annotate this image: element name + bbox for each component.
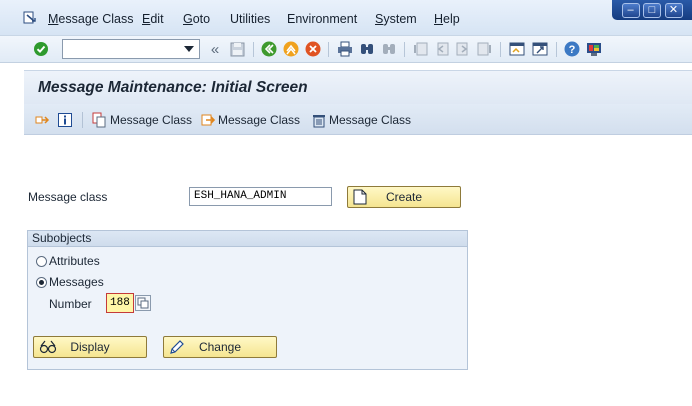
menu-environment[interactable]: Environment — [287, 12, 357, 26]
info-icon[interactable] — [57, 111, 75, 129]
display-glasses-icon — [39, 340, 57, 354]
shortcut-icon[interactable] — [531, 40, 549, 58]
copy-message-class-label: Message Class — [110, 113, 193, 127]
command-field[interactable] — [62, 39, 200, 59]
copy-icon — [92, 112, 106, 128]
help-icon[interactable]: ? — [563, 40, 581, 58]
close-window-button[interactable]: ✕ — [664, 2, 683, 18]
find-next-icon[interactable] — [380, 40, 398, 58]
next-page-icon[interactable] — [454, 40, 472, 58]
menu-icon[interactable] — [22, 10, 38, 26]
window-controls: – □ ✕ — [612, 0, 692, 20]
chevron-down-icon[interactable] — [181, 40, 197, 58]
number-label: Number — [49, 297, 92, 311]
subobjects-title: Subobjects — [28, 231, 467, 247]
create-session-icon[interactable] — [508, 40, 526, 58]
delete-message-class-button[interactable]: Message Class — [311, 111, 411, 129]
change-label: Change — [198, 340, 242, 354]
menu-goto[interactable]: Goto — [183, 12, 210, 26]
page-title: Message Maintenance: Initial Screen — [38, 79, 308, 96]
application-toolbar: Message Class Message Class Message Clas… — [24, 104, 692, 135]
menu-system[interactable]: System — [375, 12, 417, 26]
enter-icon[interactable] — [32, 40, 50, 58]
cancel-icon[interactable] — [304, 40, 322, 58]
menu-message-class[interactable]: Message Class — [48, 12, 133, 26]
rename-message-class-label: Message Class — [218, 113, 301, 127]
find-icon[interactable] — [358, 40, 376, 58]
save-icon[interactable] — [228, 40, 246, 58]
attributes-label: Attributes — [49, 254, 100, 268]
rename-message-class-button[interactable]: Message Class — [200, 111, 300, 129]
first-page-icon[interactable] — [412, 40, 430, 58]
menu-help[interactable]: Help — [434, 12, 460, 26]
create-icon — [353, 189, 367, 205]
svg-text:?: ? — [569, 44, 576, 56]
print-icon[interactable] — [336, 40, 354, 58]
collapse-icon[interactable]: « — [206, 40, 224, 58]
number-field[interactable]: 188 — [106, 293, 134, 313]
menu-utilities[interactable]: Utilities — [230, 12, 270, 26]
back-icon[interactable] — [260, 40, 278, 58]
minimize-button[interactable]: – — [621, 2, 640, 18]
create-label: Create — [385, 190, 423, 204]
display-label: Display — [70, 340, 110, 354]
exit-icon[interactable] — [282, 40, 300, 58]
message-class-label: Message class — [28, 190, 108, 204]
maximize-button[interactable]: □ — [643, 2, 661, 18]
message-class-field[interactable]: ESH_HANA_ADMIN — [189, 187, 332, 206]
value-help-icon[interactable] — [135, 295, 151, 311]
pencil-icon — [170, 340, 184, 354]
messages-label: Messages — [49, 275, 104, 289]
menu-edit[interactable]: Edit — [142, 12, 164, 26]
command-input[interactable] — [63, 40, 181, 58]
display-button[interactable]: Display — [33, 336, 147, 358]
other-object-icon[interactable] — [34, 111, 52, 129]
menu-bar: Message Class Edit Goto Utilities Enviro… — [0, 0, 692, 36]
change-button[interactable]: Change — [163, 336, 277, 358]
attributes-radio[interactable] — [36, 256, 47, 267]
rename-icon — [201, 114, 216, 126]
trash-icon — [313, 115, 325, 128]
title-bar: Message Maintenance: Initial Screen — [24, 70, 692, 104]
messages-radio[interactable] — [36, 277, 47, 288]
layout-menu-icon[interactable] — [585, 40, 603, 58]
last-page-icon[interactable] — [475, 40, 493, 58]
standard-toolbar: « ? — [0, 36, 692, 63]
create-button[interactable]: Create — [347, 186, 461, 208]
delete-message-class-label: Message Class — [329, 113, 412, 127]
copy-message-class-button[interactable]: Message Class — [92, 111, 192, 129]
previous-page-icon[interactable] — [433, 40, 451, 58]
